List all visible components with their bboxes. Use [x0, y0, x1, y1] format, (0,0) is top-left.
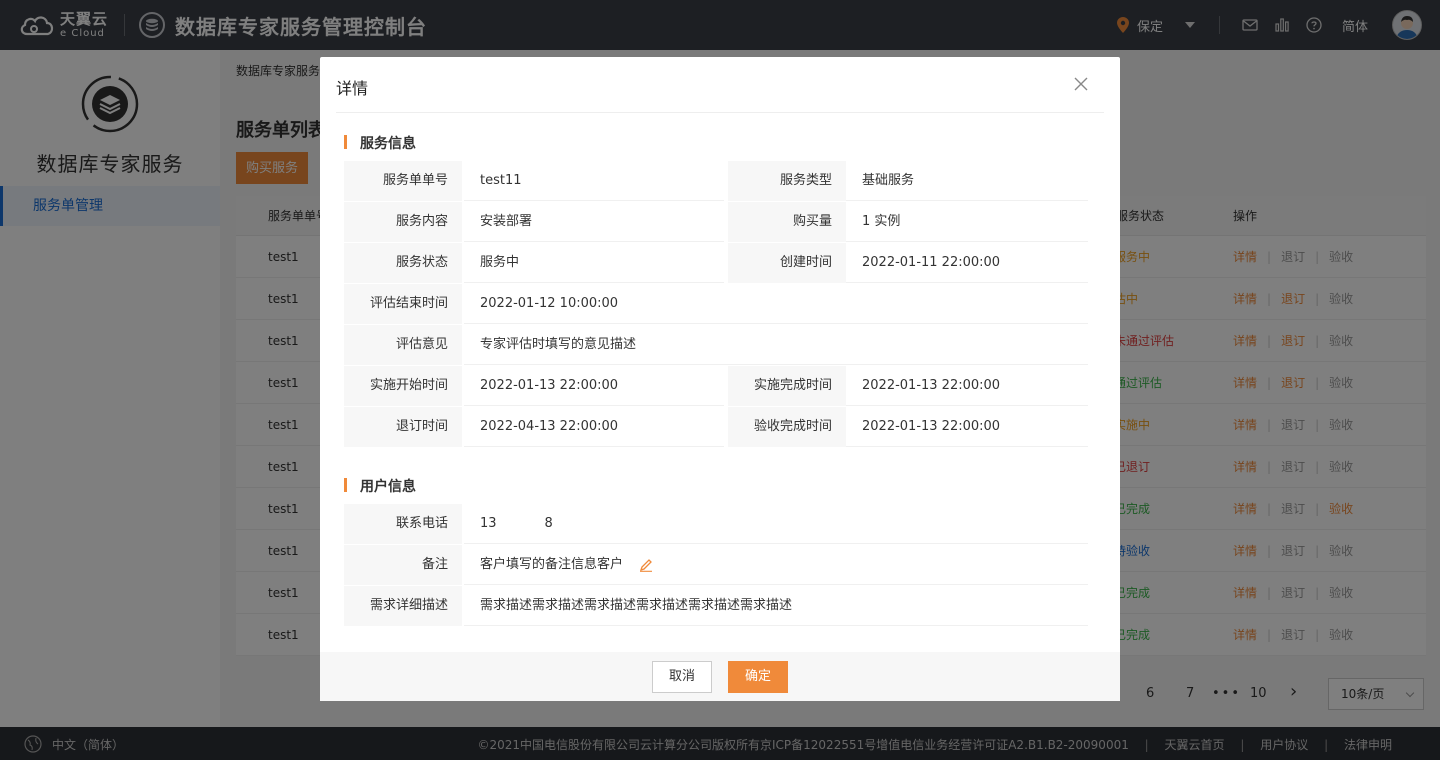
info-row: 退订时间 2022-04-13 22:00:00 验收完成时间 2022-01-13 …	[344, 407, 1088, 448]
phone-redaction	[496, 516, 545, 531]
info-value: 专家评估时填写的意见描述	[464, 325, 1088, 365]
info-value: 2022-04-13 22:00:00	[464, 407, 724, 447]
info-label: 服务内容	[344, 202, 462, 242]
info-value: 2022-01-11 22:00:00	[846, 243, 1088, 283]
user-info-grid: 联系电话 13 8 备注 客户填写的备注信息客户 需求详细描述 需求描述需求描述需…	[344, 504, 1088, 627]
info-value: 2022-01-13 22:00:00	[464, 366, 724, 406]
info-label: 验收完成时间	[728, 407, 846, 447]
phone-prefix: 13	[480, 516, 497, 531]
info-label: 联系电话	[344, 504, 462, 544]
detail-modal: 详情 服务信息 服务单单号 test11 服务类型 基础服务 服务内容 安装部署 购买量 1 …	[320, 57, 1120, 701]
info-row: 实施开始时间 2022-01-13 22:00:00 实施完成时间 2022-01-1…	[344, 366, 1088, 407]
info-value: 基础服务	[846, 161, 1088, 201]
info-label: 创建时间	[728, 243, 846, 283]
info-label: 购买量	[728, 202, 846, 242]
info-row: 评估意见 专家评估时填写的意见描述	[344, 325, 1088, 366]
info-row: 评估结束时间 2022-01-12 10:00:00	[344, 284, 1088, 325]
info-value-phone: 13 8	[464, 504, 1088, 544]
info-row: 服务状态 服务中 创建时间 2022-01-11 22:00:00	[344, 243, 1088, 284]
info-value-remark: 客户填写的备注信息客户	[464, 545, 1088, 585]
info-value: 1 实例	[846, 202, 1088, 242]
info-label: 评估结束时间	[344, 284, 462, 324]
info-value: 2022-01-13 22:00:00	[846, 407, 1088, 447]
info-value: 服务中	[464, 243, 724, 283]
info-label: 退订时间	[344, 407, 462, 447]
info-value-description: 需求描述需求描述需求描述需求描述需求描述需求描述	[464, 586, 1088, 626]
remark-text: 客户填写的备注信息客户	[480, 557, 624, 572]
section-title-user: 用户信息	[344, 476, 416, 496]
info-row: 服务内容 安装部署 购买量 1 实例	[344, 202, 1088, 243]
info-row-phone: 联系电话 13 8	[344, 504, 1088, 545]
info-value: test11	[464, 161, 724, 201]
confirm-button[interactable]: 确定	[728, 661, 788, 693]
info-label: 服务类型	[728, 161, 846, 201]
info-value: 安装部署	[464, 202, 724, 242]
info-label: 服务状态	[344, 243, 462, 283]
info-label: 实施开始时间	[344, 366, 462, 406]
info-label: 备注	[344, 545, 462, 585]
info-value: 2022-01-13 22:00:00	[846, 366, 1088, 406]
info-label: 实施完成时间	[728, 366, 846, 406]
info-row-remark: 备注 客户填写的备注信息客户	[344, 545, 1088, 586]
modal-header: 详情	[336, 57, 1104, 113]
cancel-button[interactable]: 取消	[652, 661, 712, 693]
phone-suffix: 8	[544, 516, 553, 531]
info-value: 2022-01-12 10:00:00	[464, 284, 1088, 324]
info-label: 需求详细描述	[344, 586, 462, 626]
close-icon[interactable]	[1074, 77, 1088, 91]
info-row-description: 需求详细描述 需求描述需求描述需求描述需求描述需求描述需求描述	[344, 586, 1088, 627]
modal-footer: 取消 确定	[320, 652, 1120, 701]
modal-title: 详情	[336, 79, 369, 98]
info-row: 服务单单号 test11 服务类型 基础服务	[344, 161, 1088, 202]
edit-pencil-icon[interactable]	[639, 558, 653, 572]
info-label: 服务单单号	[344, 161, 462, 201]
service-info-grid: 服务单单号 test11 服务类型 基础服务 服务内容 安装部署 购买量 1 实例 服务状态 服务…	[344, 161, 1088, 448]
info-label: 评估意见	[344, 325, 462, 365]
section-title-service: 服务信息	[344, 133, 416, 153]
